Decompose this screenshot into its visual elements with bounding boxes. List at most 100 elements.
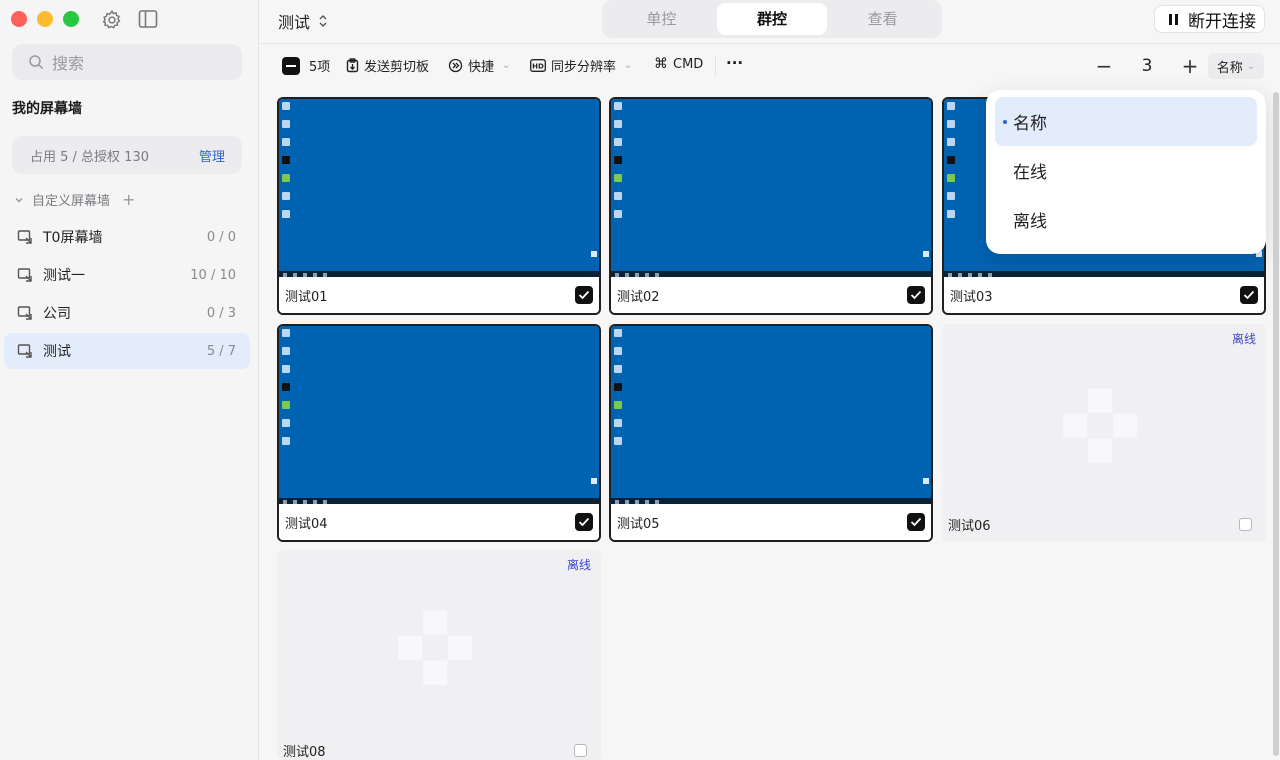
desktop-file-icon (591, 478, 597, 484)
desktop-icons (614, 329, 622, 445)
device-card[interactable]: 测试01 (277, 97, 601, 315)
send-clipboard-button[interactable]: 发送剪切板 (346, 56, 429, 75)
screen-wall-icon (17, 230, 32, 244)
cmd-button[interactable]: ⌘ CMD (654, 56, 703, 72)
sort-option-online[interactable]: 在线 (995, 146, 1257, 195)
device-name: 测试03 (950, 289, 993, 305)
desktop-file-icon (923, 478, 929, 484)
screen-wall-icon (17, 344, 32, 358)
sidebar-item-company[interactable]: 公司 0 / 3 (4, 295, 250, 331)
device-card[interactable]: 测试02 (609, 97, 933, 315)
minimize-window-button[interactable] (37, 11, 53, 27)
tab-group-control[interactable]: 群控 (716, 3, 828, 35)
sort-select[interactable]: 名称 ⌄ (1208, 53, 1264, 79)
sort-option-label: 名称 (1013, 114, 1047, 134)
select-all-toggle[interactable]: 5项 (282, 56, 330, 75)
sidebar-item-label: 测试一 (43, 268, 85, 284)
check-icon (910, 290, 922, 300)
device-checkbox[interactable] (575, 286, 593, 304)
device-checkbox[interactable] (907, 286, 925, 304)
chevron-down-icon: ⌄ (1246, 60, 1256, 72)
device-card-offline[interactable]: 离线 测试08 (277, 550, 601, 760)
columns-value[interactable]: 3 (1118, 56, 1176, 76)
tab-single-control[interactable]: 单控 (606, 3, 717, 35)
command-key-icon: ⌘ (654, 56, 668, 72)
sort-option-name[interactable]: 名称 (995, 97, 1257, 146)
card-label-bar: 测试04 (279, 504, 599, 540)
desktop-icons (282, 102, 290, 218)
sort-option-label: 离线 (1013, 212, 1047, 232)
device-checkbox[interactable] (575, 513, 593, 531)
scrollbar-thumb[interactable] (1273, 92, 1279, 756)
screen-wall-icon (17, 268, 32, 282)
device-checkbox[interactable] (1239, 517, 1252, 531)
shortcut-label: 快捷 (468, 60, 495, 75)
tab-view[interactable]: 查看 (827, 3, 938, 35)
sidebar-toggle-icon[interactable] (138, 9, 160, 31)
sidebar-item-count: 5 / 7 (206, 343, 236, 359)
search-icon (29, 55, 44, 70)
disconnect-button[interactable]: 断开连接 (1154, 5, 1265, 33)
increase-columns-button[interactable]: + (1176, 52, 1204, 80)
remote-desktop-preview[interactable] (279, 326, 599, 506)
sort-label: 名称 (1216, 60, 1243, 76)
sidebar-item-t0[interactable]: T0屏幕墙 0 / 0 (4, 219, 250, 255)
card-label-bar: 测试06 (942, 506, 1266, 542)
cmd-label: CMD (673, 56, 704, 72)
sort-option-offline[interactable]: 离线 (995, 195, 1257, 244)
check-icon (578, 290, 590, 300)
device-card-offline[interactable]: 离线 测试06 (942, 324, 1266, 542)
group-name: 测试 (278, 13, 311, 32)
device-card[interactable]: 测试05 (609, 324, 933, 542)
hd-icon: HD (530, 59, 546, 72)
search-input[interactable]: 搜索 (12, 44, 242, 80)
clipboard-label: 发送剪切板 (364, 60, 430, 75)
offline-badge: 离线 (566, 558, 591, 572)
maximize-window-button[interactable] (63, 11, 79, 27)
close-window-button[interactable] (11, 11, 27, 27)
more-button[interactable]: ··· (726, 54, 743, 72)
sidebar-item-test[interactable]: 测试 5 / 7 (4, 333, 250, 369)
add-wall-icon[interactable]: + (122, 190, 135, 209)
chevron-down-icon: ⌄ (624, 60, 633, 71)
device-checkbox[interactable] (1240, 286, 1258, 304)
shortcut-dropdown[interactable]: 快捷 ⌄ (448, 56, 510, 75)
custom-wall-header[interactable]: 自定义屏幕墙 + (14, 190, 135, 209)
sidebar-item-label: 公司 (43, 306, 71, 322)
remote-desktop-preview[interactable] (611, 99, 931, 279)
clipboard-icon (346, 58, 359, 73)
device-checkbox[interactable] (574, 743, 587, 757)
sidebar-item-test-one[interactable]: 测试一 10 / 10 (4, 257, 250, 293)
offline-placeholder-icon (1063, 388, 1138, 463)
card-label-bar: 测试03 (944, 277, 1264, 313)
desktop-icons (282, 329, 290, 445)
gear-icon[interactable] (101, 9, 123, 31)
chevron-down-icon: ⌄ (502, 60, 511, 71)
offline-badge: 离线 (1231, 332, 1256, 346)
manage-link[interactable]: 管理 (199, 146, 225, 165)
desktop-file-icon (591, 251, 597, 257)
remote-desktop-preview[interactable] (611, 326, 931, 506)
sidebar-item-label: T0屏幕墙 (43, 230, 103, 246)
scrollbar[interactable] (1272, 92, 1280, 760)
device-checkbox[interactable] (907, 513, 925, 531)
sync-resolution-dropdown[interactable]: HD 同步分辨率 ⌄ (530, 56, 632, 75)
sidebar-item-count: 0 / 3 (206, 305, 236, 321)
quota-box: 占用 5 / 总授权 130 管理 (12, 136, 242, 174)
columns-stepper: − 3 + (1090, 52, 1204, 80)
check-icon (578, 517, 590, 527)
device-card[interactable]: 测试04 (277, 324, 601, 542)
device-name: 测试01 (285, 289, 328, 305)
sidebar: 搜索 我的屏幕墙 占用 5 / 总授权 130 管理 自定义屏幕墙 + T0屏幕… (0, 0, 259, 760)
device-name: 测试08 (283, 744, 326, 760)
group-select[interactable]: 测试 (278, 9, 328, 33)
device-name: 测试06 (948, 518, 991, 534)
custom-wall-label: 自定义屏幕墙 (32, 194, 111, 209)
window-controls (11, 11, 79, 27)
card-label-bar: 测试05 (611, 504, 931, 540)
svg-text:HD: HD (532, 62, 544, 70)
sort-dropdown-menu: 名称 在线 离线 (986, 90, 1266, 254)
decrease-columns-button[interactable]: − (1090, 52, 1118, 80)
desktop-file-icon (923, 251, 929, 257)
remote-desktop-preview[interactable] (279, 99, 599, 279)
